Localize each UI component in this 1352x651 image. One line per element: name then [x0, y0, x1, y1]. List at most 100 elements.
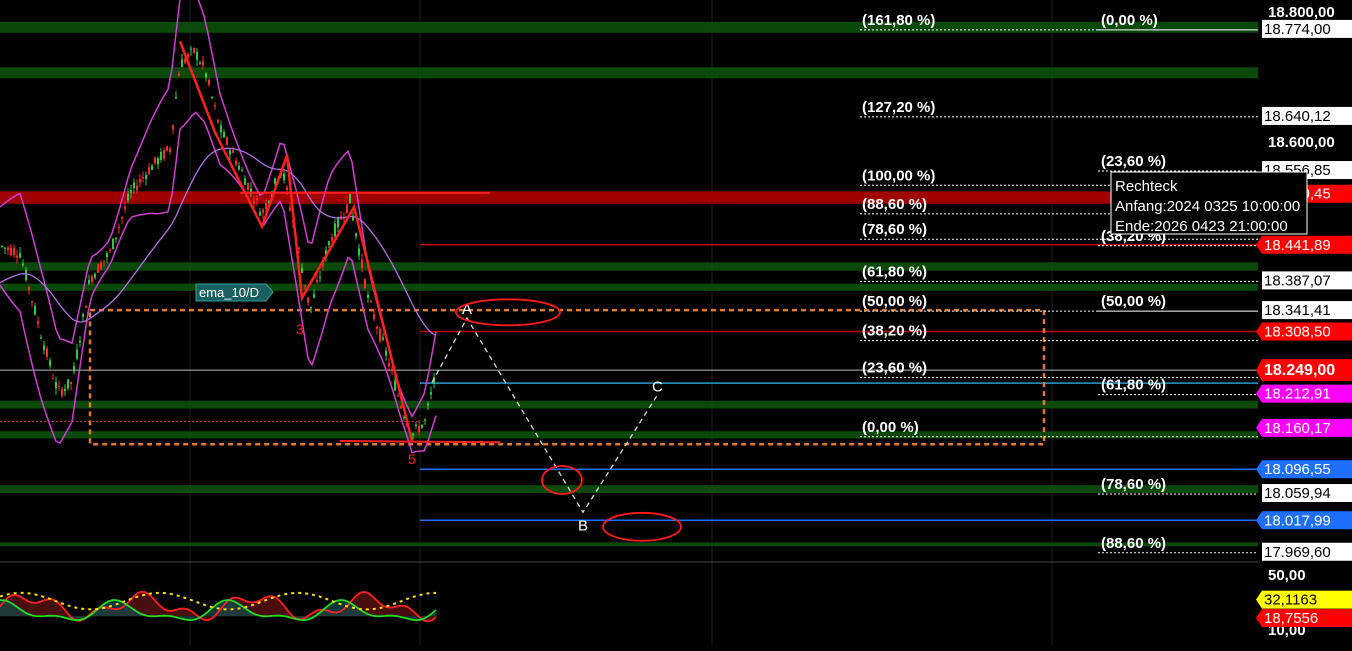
- fib-right-label-5: (78,60 %): [1101, 476, 1166, 493]
- price-label-text: 18.096,55: [1264, 461, 1331, 478]
- candle-body: [424, 419, 426, 421]
- candle-body: [247, 182, 249, 190]
- price-axis: 18.800,0018.600,0018.774,0018.640,1218.5…: [1256, 0, 1352, 646]
- candle-body: [121, 217, 123, 219]
- price-label-18.249,00[interactable]: 18.249,00: [1256, 359, 1352, 382]
- candle-body: [67, 379, 69, 389]
- price-tick-0: 18.800,00: [1268, 4, 1335, 21]
- candle-body: [46, 348, 48, 357]
- candle-body: [298, 247, 300, 249]
- price-label-18.341,41[interactable]: 18.341,41: [1262, 301, 1352, 320]
- candle-body: [148, 167, 150, 174]
- candle-body: [181, 59, 183, 68]
- price-label-text: 18.774,00: [1264, 21, 1331, 38]
- price-tick-1: 18.600,00: [1268, 134, 1335, 151]
- price-label-18.017,99[interactable]: 18.017,99: [1256, 511, 1352, 530]
- candle-body: [97, 264, 99, 273]
- candle-body: [85, 305, 87, 308]
- price-label-18.160,17[interactable]: 18.160,17: [1256, 418, 1352, 437]
- price-zone-2: [0, 191, 1258, 204]
- candle-body: [136, 185, 138, 191]
- candle-body: [220, 125, 222, 133]
- candle-body: [310, 306, 312, 309]
- candle-body: [196, 51, 198, 60]
- fib-left-label-1: (127,20 %): [862, 99, 935, 116]
- price-label-18.308,50[interactable]: 18.308,50: [1256, 322, 1352, 341]
- candle-body: [301, 268, 303, 273]
- price-chart-svg[interactable]: (161,80 %) (127,20 %) (100,00 %) (88,60 %) (…: [0, 0, 1352, 646]
- osc-tick-0: 50,00: [1268, 567, 1306, 584]
- candle-body: [115, 237, 117, 240]
- candle-body: [205, 73, 207, 78]
- candle-body: [199, 62, 201, 64]
- fib-left-label-5: (61,80 %): [862, 263, 927, 280]
- candle-body: [103, 260, 105, 262]
- price-label-text: 18.441,89: [1264, 237, 1331, 254]
- abc-label-B: B: [578, 517, 588, 534]
- price-zone-6: [0, 431, 1258, 439]
- candle-body: [364, 279, 366, 289]
- tooltip-title: Rechteck: [1115, 178, 1178, 195]
- candle-body: [289, 207, 291, 211]
- candle-body: [379, 328, 381, 342]
- price-label-18.640,12[interactable]: 18.640,12: [1262, 106, 1352, 125]
- price-label-text: 32,1163: [1264, 592, 1317, 609]
- candle-body: [388, 363, 390, 367]
- candle-body: [145, 174, 147, 180]
- price-label-32,1163[interactable]: 32,1163: [1256, 590, 1352, 609]
- candle-body: [211, 96, 213, 98]
- candle-body: [22, 263, 24, 266]
- price-label-18.212,91[interactable]: 18.212,91: [1256, 384, 1352, 403]
- price-label-18.441,89[interactable]: 18.441,89: [1256, 235, 1352, 254]
- candle-body: [382, 337, 384, 340]
- candle-body: [43, 345, 45, 351]
- candle-body: [427, 403, 429, 406]
- price-label-text: 18.640,12: [1264, 108, 1331, 125]
- candle-body: [370, 301, 372, 303]
- price-label-18.096,55[interactable]: 18.096,55: [1256, 460, 1352, 479]
- candle-body: [274, 178, 276, 184]
- trading-chart[interactable]: (161,80 %) (127,20 %) (100,00 %) (88,60 %) (…: [0, 0, 1352, 646]
- candle-body: [91, 275, 93, 282]
- candle-body: [265, 203, 267, 210]
- price-label-18.387,07[interactable]: 18.387,07: [1262, 271, 1352, 290]
- price-label-text: 18.212,91: [1264, 386, 1331, 403]
- candle-body: [244, 178, 246, 185]
- candle-body: [55, 381, 57, 389]
- candle-body: [187, 54, 189, 58]
- candle-body: [319, 276, 321, 278]
- candle-body: [19, 253, 21, 258]
- candle-body: [178, 73, 180, 77]
- candle-body: [256, 198, 258, 200]
- candle-body: [235, 160, 237, 165]
- candle-body: [358, 248, 360, 256]
- candle-body: [250, 188, 252, 192]
- price-zone-1: [0, 67, 1258, 79]
- candle-body: [88, 279, 90, 284]
- candle-body: [10, 247, 12, 256]
- fib-right-label-0: (0,00 %): [1101, 12, 1158, 29]
- candle-body: [130, 190, 132, 193]
- price-label-text: 18.160,17: [1264, 420, 1331, 437]
- candle-body: [214, 105, 216, 107]
- price-label-18.774,00[interactable]: 18.774,00: [1262, 19, 1352, 38]
- candle-body: [400, 406, 402, 408]
- candle-body: [64, 388, 66, 392]
- candle-body: [193, 47, 195, 54]
- candle-body: [163, 150, 165, 159]
- candle-body: [169, 148, 171, 152]
- price-label-18,7556[interactable]: 18,7556: [1256, 608, 1352, 627]
- candle-body: [391, 369, 393, 372]
- abc-label-C: C: [652, 379, 663, 396]
- price-label-18.059,94[interactable]: 18.059,94: [1262, 484, 1352, 503]
- candle-body: [283, 173, 285, 181]
- fib-left-label-4: (78,60 %): [862, 221, 927, 238]
- price-label-17.969,60[interactable]: 17.969,60: [1262, 542, 1352, 561]
- candle-body: [361, 259, 363, 269]
- ema-indicator-tag[interactable]: ema_10/D: [195, 283, 274, 302]
- candle-body: [172, 125, 174, 130]
- candle-body: [1, 245, 3, 247]
- candle-body: [31, 301, 33, 303]
- candle-body: [430, 392, 432, 395]
- candle-body: [349, 194, 351, 204]
